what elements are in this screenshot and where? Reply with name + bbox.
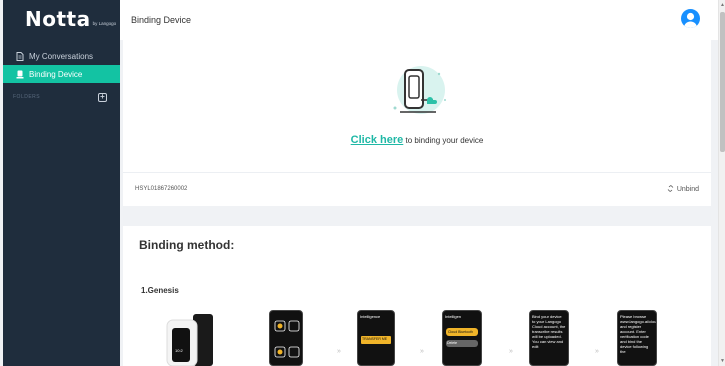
step-screen-5: Please browse www.langogo.ai/cloud and r… bbox=[617, 310, 657, 366]
step-screen-title: Intelligence bbox=[360, 314, 381, 319]
step-screen-2: Intelligence TRANSFER ME bbox=[357, 310, 395, 366]
genesis-device-image: 10:2 bbox=[163, 310, 219, 366]
plus-icon[interactable]: + bbox=[98, 92, 107, 102]
document-icon bbox=[15, 51, 25, 61]
cloud-bluetooth-button: Cloud Bluetooth bbox=[446, 328, 478, 336]
sidebar-item-binding-device[interactable]: Binding Device bbox=[3, 65, 120, 83]
transfer-button: TRANSFER ME bbox=[361, 336, 391, 344]
logo[interactable]: Notta by Langogo bbox=[3, 0, 120, 38]
bind-prompt: Click here to binding your device bbox=[123, 134, 711, 146]
unlink-icon bbox=[667, 185, 674, 194]
sidebar-item-my-conversations[interactable]: My Conversations bbox=[3, 47, 120, 65]
sidebar: Notta by Langogo My Conversations Bindin… bbox=[3, 0, 120, 366]
chevron-right-icon: » bbox=[337, 348, 341, 355]
step-instruction-text: Bind your device to your Langogo Cloud a… bbox=[532, 314, 566, 349]
svg-text:10:2: 10:2 bbox=[175, 348, 184, 353]
logo-subtext: by Langogo bbox=[92, 20, 117, 26]
folders-section: FOLDERS + bbox=[3, 87, 120, 107]
binding-method-title: Binding method: bbox=[139, 238, 235, 252]
product-label: 1.Genesis bbox=[141, 286, 179, 295]
chevron-right-icon: » bbox=[595, 348, 599, 355]
scroll-down-icon[interactable]: ▼ bbox=[720, 358, 725, 364]
device-icon bbox=[15, 69, 25, 79]
chevron-right-icon: » bbox=[509, 348, 513, 355]
bind-prompt-text: to binding your device bbox=[405, 136, 484, 145]
folders-label: FOLDERS bbox=[13, 94, 41, 100]
sidebar-item-label: My Conversations bbox=[29, 51, 94, 61]
step-screen-4: Bind your device to your Langogo Cloud a… bbox=[529, 310, 569, 366]
binding-method-card: Binding method: 1.Genesis 10:2 » Intelli… bbox=[123, 226, 711, 366]
step-screen-1 bbox=[269, 310, 303, 366]
delete-button: Delete bbox=[446, 340, 478, 347]
scroll-up-icon[interactable]: ▲ bbox=[720, 2, 725, 8]
step-screen-title: Intelligen bbox=[445, 314, 462, 319]
logo-text: Notta bbox=[25, 7, 91, 31]
user-avatar-icon[interactable] bbox=[681, 9, 700, 28]
click-here-link[interactable]: Click here bbox=[351, 134, 404, 146]
unbind-button[interactable]: Unbind bbox=[667, 185, 699, 194]
top-bar: Binding Device bbox=[120, 0, 718, 40]
page-scrollbar[interactable]: ▲ ▼ bbox=[718, 0, 725, 366]
sidebar-item-label: Binding Device bbox=[29, 69, 83, 79]
divider bbox=[123, 172, 711, 173]
unbind-label: Unbind bbox=[676, 186, 699, 193]
device-illustration-icon bbox=[385, 60, 449, 120]
device-serial: HSYL01867260002 bbox=[135, 186, 188, 192]
binding-card: Click here to binding your device HSYL01… bbox=[123, 40, 711, 206]
scroll-thumb[interactable] bbox=[720, 12, 725, 152]
page-title: Binding Device bbox=[131, 15, 192, 25]
chevron-right-icon: » bbox=[420, 348, 424, 355]
step-instruction-text: Please browse www.langogo.ai/cloud and r… bbox=[620, 314, 657, 354]
step-screen-3: Intelligen Cloud Bluetooth Delete bbox=[442, 310, 482, 366]
